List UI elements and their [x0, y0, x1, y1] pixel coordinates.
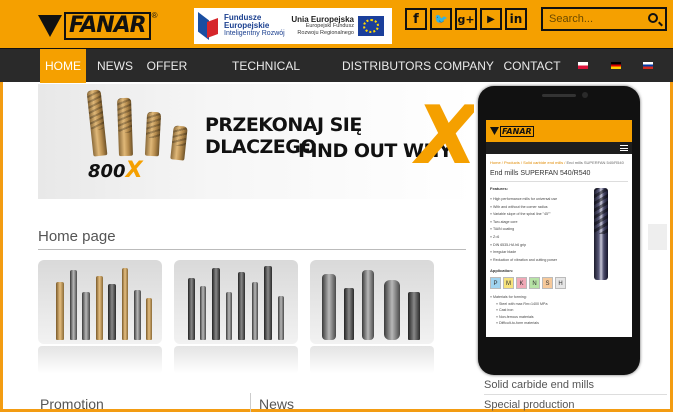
phone-mockup: FANAR Home / Products / Solid carbide en…	[478, 86, 640, 375]
search-box	[541, 7, 667, 31]
features-list: » High performance mills for universal u…	[490, 197, 558, 262]
mobile-logo-text: FANAR	[500, 125, 534, 137]
column-divider	[250, 393, 251, 412]
mobile-logo: FANAR	[490, 125, 534, 137]
product-thumb-taps[interactable]	[38, 260, 162, 344]
fanar-logo[interactable]: FANAR ®	[38, 11, 162, 41]
linkedin-icon[interactable]: in	[505, 8, 527, 30]
tap-image	[144, 111, 162, 157]
fe-text: Fundusze Europejskie Inteligentny Rozwój	[224, 14, 286, 38]
fe-subtitle: Inteligentny Rozwój	[224, 30, 285, 37]
material-k: K	[516, 277, 527, 289]
ue-subtitle: Europejski Fundusz Rozwoju Regionalnego	[297, 22, 354, 36]
mobile-title-divider	[490, 181, 628, 182]
nav-company[interactable]: COMPANY	[432, 49, 496, 83]
breadcrumb-current: End mills SUPERFAN 540/R540	[566, 160, 624, 165]
sidebar-divider	[484, 394, 667, 395]
product-thumb-holders[interactable]	[310, 260, 434, 344]
material-s: S	[542, 277, 553, 289]
social-links: f 🐦 g+ ▶ in	[405, 8, 527, 30]
hero-banner[interactable]: 800X PRZEKONAJ SIĘ DLACZEGO FIND OUT WHY…	[38, 84, 474, 199]
materials-list: » Materials for forming: » Steel with ma…	[490, 295, 548, 326]
material-groups: P M K N S H	[490, 277, 566, 289]
search-input[interactable]	[543, 13, 643, 25]
nav-news[interactable]: NEWS	[92, 49, 138, 83]
application-label: Application:	[490, 268, 514, 273]
material-n: N	[529, 277, 540, 289]
product-thumb-end-mills[interactable]	[174, 260, 298, 344]
nav-home[interactable]: HOME	[40, 49, 86, 83]
sidebar-row[interactable]	[648, 224, 667, 250]
tap-image	[86, 89, 108, 157]
thumb-reflection	[174, 346, 298, 374]
tap-image	[170, 125, 188, 161]
main-nav: HOME NEWS OFFER TECHNICAL CONSULTANCY DI…	[0, 48, 673, 107]
nav-distributors[interactable]: DISTRIBUTORS	[342, 49, 431, 83]
ue-text: Unia Europejska Europejski Fundusz Rozwo…	[288, 14, 354, 37]
nav-technical-consultancy[interactable]: TECHNICAL CONSULTANCY	[196, 49, 336, 107]
fe-title: Fundusze Europejskie	[224, 13, 270, 30]
search-icon[interactable]	[648, 13, 658, 23]
link-solid-carbide-end-mills[interactable]: Solid carbide end mills	[484, 379, 594, 391]
eu-flag-icon	[358, 16, 384, 36]
twitter-icon[interactable]: 🐦	[430, 8, 452, 30]
nav-contact[interactable]: CONTACT	[502, 49, 562, 83]
right-sidebar	[648, 84, 667, 324]
hero-big-x: X	[416, 89, 474, 182]
logo-wordmark: FANAR	[64, 12, 151, 40]
lang-ru-flag-icon[interactable]	[643, 62, 653, 69]
phone-speaker	[542, 94, 576, 97]
fe-logo-icon	[198, 12, 220, 40]
logo-v-mark	[38, 15, 62, 37]
nav-offer[interactable]: OFFER	[144, 49, 190, 83]
youtube-icon[interactable]: ▶	[480, 8, 502, 30]
mobile-breadcrumb: Home / Products / Solid carbide end mill…	[490, 160, 624, 165]
link-special-production[interactable]: Special production	[484, 399, 575, 411]
mobile-header: FANAR	[486, 120, 632, 142]
material-m: M	[503, 277, 514, 289]
hamburger-menu-icon[interactable]	[620, 145, 628, 151]
features-label: Features:	[490, 186, 509, 191]
lang-pl-flag-icon[interactable]	[578, 62, 588, 69]
title-divider	[38, 249, 466, 250]
badge-x: X	[125, 158, 143, 183]
eu-funding-banner[interactable]: Fundusze Europejskie Inteligentny Rozwój…	[194, 8, 392, 44]
registered-mark: ®	[151, 11, 158, 20]
material-p: P	[490, 277, 501, 289]
mobile-nav-bar	[486, 142, 632, 154]
news-heading: News	[259, 396, 295, 412]
mobile-product-title: End mills SUPERFAN 540/R540	[490, 170, 591, 177]
material-h: H	[555, 277, 566, 289]
lang-de-flag-icon[interactable]	[611, 62, 621, 69]
google-plus-icon[interactable]: g+	[455, 8, 477, 30]
promotion-heading: Promotion	[40, 396, 104, 412]
breadcrumb-link: Home / Products / Solid carbide end mill…	[490, 160, 566, 165]
end-mill-image	[594, 188, 608, 280]
800x-badge: 800X	[88, 158, 143, 183]
phone-screen: FANAR Home / Products / Solid carbide en…	[486, 120, 632, 337]
badge-number: 800	[88, 161, 126, 182]
facebook-icon[interactable]: f	[405, 8, 427, 30]
top-header: FANAR ® Fundusze Europejskie Inteligentn…	[0, 0, 673, 48]
thumb-reflection	[38, 346, 162, 374]
ue-title: Unia Europejska	[291, 14, 354, 24]
tap-image	[116, 97, 134, 157]
thumb-reflection	[310, 346, 434, 374]
home-page-title: Home page	[38, 228, 116, 245]
phone-camera	[582, 92, 588, 98]
